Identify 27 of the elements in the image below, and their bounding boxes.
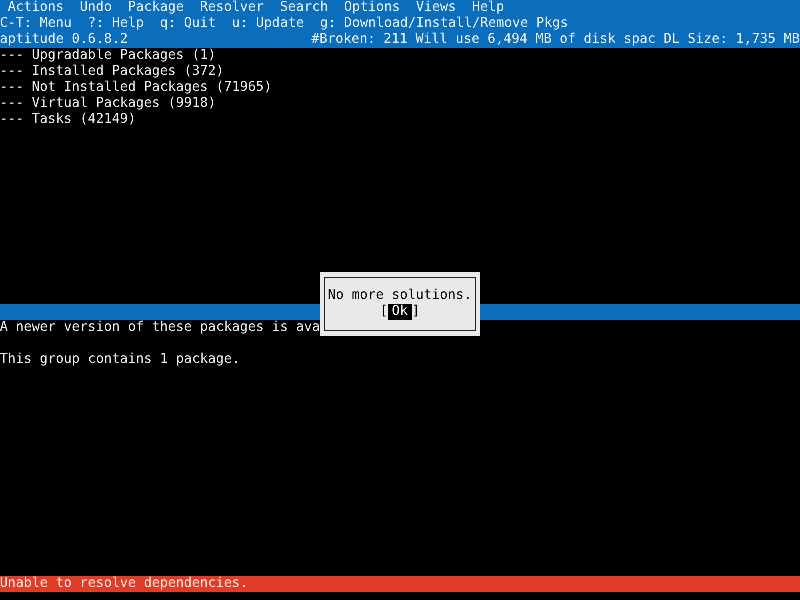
- package-group-item[interactable]: --- Installed Packages (372): [0, 64, 800, 80]
- key-hint: ?: Help: [88, 16, 144, 32]
- description-line: This group contains 1 package.: [0, 352, 242, 368]
- status-summary: #Broken: 211 Will use 6,494 MB of disk spac DL Size: 1,735 MB: [312, 32, 800, 48]
- menu-item[interactable]: Undo: [80, 0, 112, 16]
- key-hint: u: Update: [232, 16, 304, 32]
- package-group-item[interactable]: --- Not Installed Packages (71965): [0, 80, 800, 96]
- menu-item[interactable]: Actions: [8, 0, 64, 16]
- button-bracket: ]: [412, 304, 420, 320]
- menu-item[interactable]: Package: [128, 0, 184, 16]
- menu-item[interactable]: Help: [472, 0, 504, 16]
- package-group-item[interactable]: --- Upgradable Packages (1): [0, 48, 800, 64]
- description-line: A newer version of these packages is ava: [0, 320, 322, 336]
- key-hint: g: Download/Install/Remove Pkgs: [320, 16, 568, 32]
- error-bar: Unable to resolve dependencies.: [0, 576, 800, 592]
- menu-item[interactable]: Views: [416, 0, 456, 16]
- button-bracket: [: [380, 304, 388, 320]
- menu-item[interactable]: Search: [280, 0, 328, 16]
- package-group-item[interactable]: --- Virtual Packages (9918): [0, 96, 800, 112]
- menu-item[interactable]: Resolver: [200, 0, 264, 16]
- dialog-message: No more solutions.: [328, 288, 472, 304]
- package-group-item[interactable]: --- Tasks (42149): [0, 112, 800, 128]
- key-hint: q: Quit: [160, 16, 216, 32]
- menu-item[interactable]: Options: [344, 0, 400, 16]
- ok-button[interactable]: Ok: [388, 304, 412, 320]
- version-label: aptitude 0.6.8.2: [0, 32, 128, 48]
- key-hint: C-T: Menu: [0, 16, 72, 32]
